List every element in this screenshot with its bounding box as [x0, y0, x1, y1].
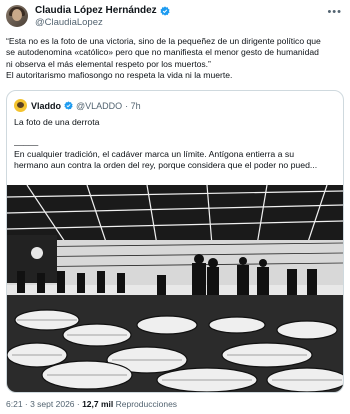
quoted-tweet-header: Vladdo @VLADDO · 7h [14, 99, 141, 112]
quoted-author-handle: @VLADDO [76, 100, 123, 111]
avatar-face [12, 9, 22, 21]
verified-badge-icon [64, 101, 73, 110]
tweet-line: El autoritarismo mafiosongo no respeta l… [6, 70, 233, 81]
quoted-author-name: Vladdo [31, 100, 62, 111]
tweet-line: “Esta no es la foto de una victoria, sin… [6, 36, 321, 46]
quoted-title: La foto de una derrota [14, 117, 100, 127]
more-options-icon[interactable]: ••• [327, 6, 342, 18]
author-avatar[interactable] [6, 5, 28, 27]
quoted-tweet-card[interactable]: Vladdo @VLADDO · 7h La foto de una derro… [6, 90, 344, 393]
tweet-timestamp[interactable]: 6:21 · 3 sept 2026 · [6, 399, 82, 409]
quoted-tweet-text: La foto de una derrota _____ En cualquie… [14, 117, 336, 171]
views-label: Reproducciones [113, 399, 178, 409]
tweet-text: “Esta no es la foto de una victoria, sin… [6, 36, 346, 82]
tweet-footer: 6:21 · 3 sept 2026 · 12,7 mil Reproducci… [6, 399, 177, 409]
view-count: 12,7 mil [82, 399, 114, 409]
author-display-name[interactable]: Claudia López Hernández [35, 5, 157, 16]
quoted-line: hermano aun contra la orden del rey, por… [14, 160, 318, 170]
quoted-author-avatar [14, 99, 27, 112]
woodcut-illustration-image[interactable] [7, 185, 343, 392]
tweet-line: se autodenomina «católico» pero que no m… [6, 47, 319, 58]
quoted-line: En cualquier tradición, el cadáver marca… [14, 149, 295, 159]
tweet-line: ni observa el más elemental respeto por … [6, 58, 211, 69]
verified-badge-icon [160, 5, 170, 16]
quoted-tweet-time: · 7h [125, 100, 141, 111]
quoted-divider: _____ [14, 136, 39, 146]
author-name-row[interactable]: Claudia López Hernández [35, 5, 170, 16]
author-handle[interactable]: @ClaudiaLopez [35, 17, 103, 28]
